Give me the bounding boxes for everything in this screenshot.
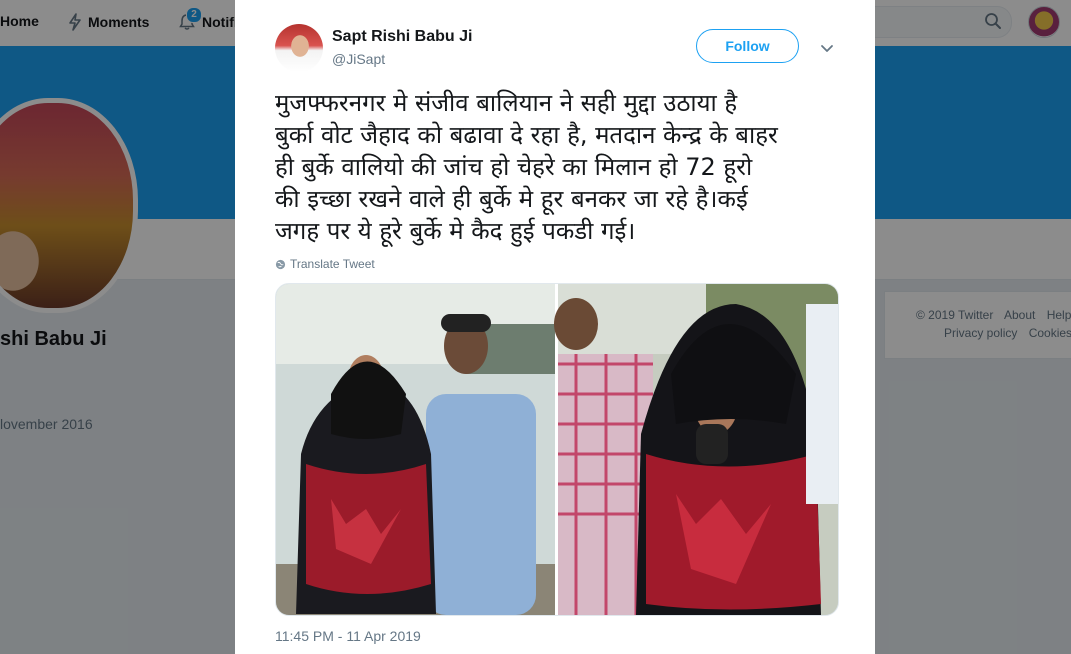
translate-tweet-label: Translate Tweet bbox=[290, 257, 375, 271]
translate-tweet-link[interactable]: Translate Tweet bbox=[275, 257, 375, 271]
tweet-modal: Sapt Rishi Babu Ji @JiSapt Follow मुजफ्फ… bbox=[235, 0, 875, 654]
globe-icon bbox=[275, 259, 286, 269]
tweet-author-avatar[interactable] bbox=[275, 24, 323, 72]
chevron-down-icon[interactable] bbox=[819, 40, 835, 56]
follow-button[interactable]: Follow bbox=[696, 29, 799, 63]
tweet-author-handle[interactable]: @JiSapt bbox=[332, 51, 385, 67]
tweet-author-name[interactable]: Sapt Rishi Babu Ji bbox=[332, 28, 472, 46]
tweet-timestamp[interactable]: 11:45 PM - 11 Apr 2019 bbox=[275, 628, 421, 644]
tweet-text: मुजफ्फरनगर मे संजीव बालियान ने सही मुद्द… bbox=[275, 89, 778, 245]
tweet-photo[interactable] bbox=[275, 283, 839, 616]
tweet-photo-content bbox=[276, 284, 838, 615]
